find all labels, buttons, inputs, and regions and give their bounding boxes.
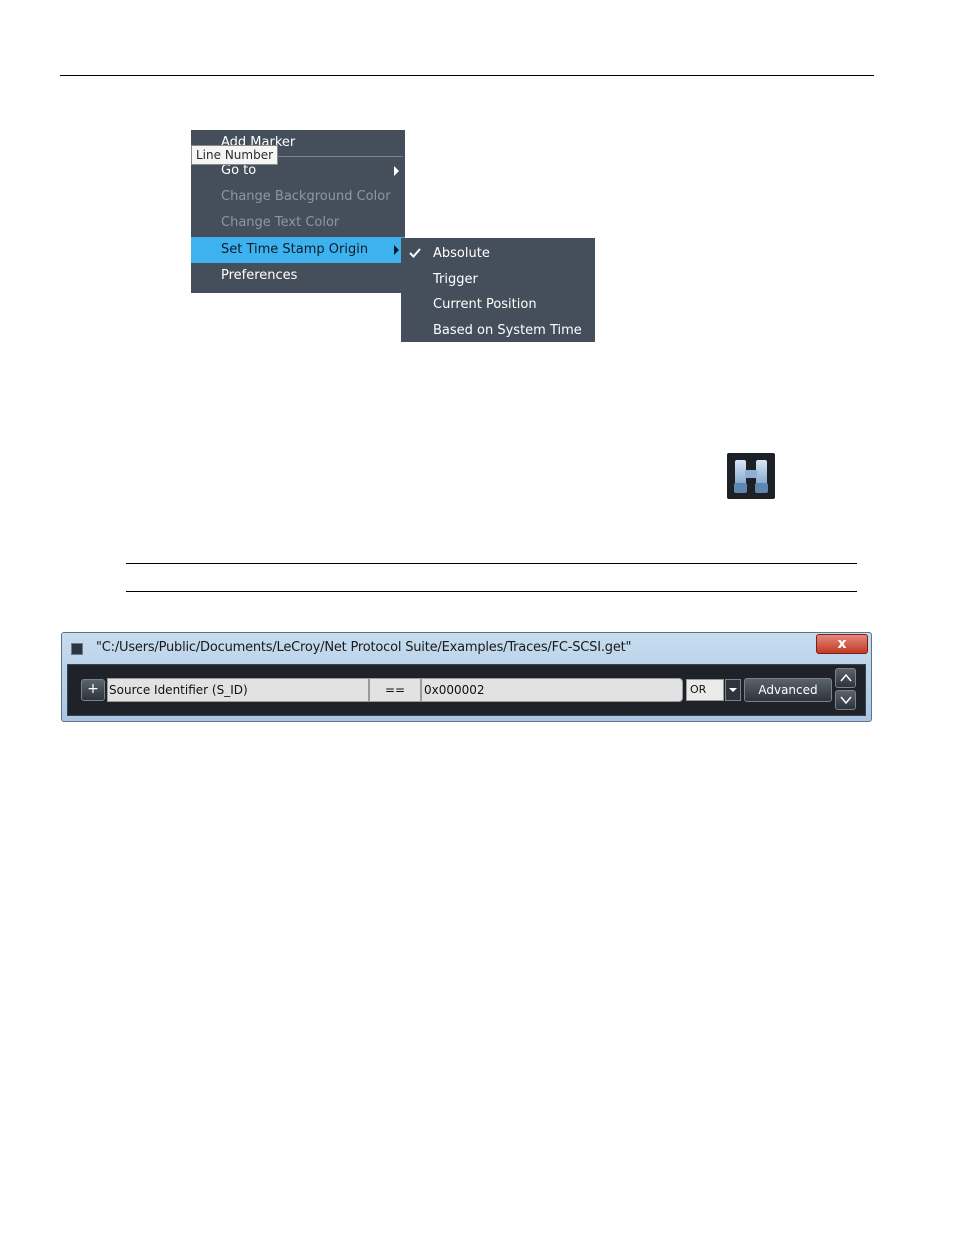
add-condition-button[interactable]: + <box>81 679 105 701</box>
chevron-down-icon <box>840 696 852 705</box>
menu-item-change-background-color: Change Background Color <box>191 185 405 209</box>
submenu-item-trigger[interactable]: Trigger <box>401 267 595 293</box>
menu-item-preferences[interactable]: Preferences <box>191 264 405 288</box>
timestamp-origin-submenu: Absolute Trigger Current Position Based … <box>401 238 595 342</box>
menu-item-change-text-color: Change Text Color <box>191 211 405 235</box>
menu-item-label: Go to <box>221 163 257 178</box>
plus-icon: + <box>87 681 99 697</box>
note-rule-bottom <box>126 591 857 592</box>
window-title: "C:/Users/Public/Documents/LeCroy/Net Pr… <box>96 640 632 655</box>
submenu-arrow-icon <box>394 245 399 255</box>
search-toolbar: + Source Identifier (S_ID) == 0x000002 O… <box>67 664 866 716</box>
search-previous-button[interactable] <box>835 668 856 688</box>
operator-select[interactable]: == <box>369 678 421 702</box>
quick-search-window: "C:/Users/Public/Documents/LeCroy/Net Pr… <box>61 632 872 722</box>
chevron-down-icon[interactable] <box>725 679 741 701</box>
binoculars-graphic <box>734 460 768 493</box>
submenu-item-label: Based on System Time <box>433 323 582 338</box>
menu-item-set-time-stamp-origin[interactable]: Set Time Stamp Origin <box>191 237 405 263</box>
note-rule-top <box>126 563 857 564</box>
submenu-item-label: Current Position <box>433 297 537 312</box>
logic-select[interactable]: OR <box>686 679 724 701</box>
submenu-arrow-icon <box>394 166 399 176</box>
chevron-up-icon <box>840 673 852 682</box>
close-button[interactable]: x <box>816 634 868 654</box>
submenu-item-based-on-system-time[interactable]: Based on System Time <box>401 318 595 344</box>
search-field-select[interactable]: Source Identifier (S_ID) <box>107 678 369 702</box>
check-icon <box>409 248 421 258</box>
tooltip: Line Number <box>191 145 279 165</box>
menu-item-label: Preferences <box>221 268 298 283</box>
close-icon: x <box>837 636 847 652</box>
header-rule <box>60 75 874 76</box>
submenu-item-current-position[interactable]: Current Position <box>401 292 595 318</box>
value-input[interactable]: 0x000002 <box>421 678 683 702</box>
binoculars-icon <box>727 453 775 499</box>
search-next-button[interactable] <box>835 690 856 710</box>
submenu-item-label: Absolute <box>433 246 490 261</box>
menu-item-label: Change Background Color <box>221 189 391 204</box>
app-icon <box>71 643 83 655</box>
submenu-item-label: Trigger <box>433 272 478 287</box>
menu-item-label: Change Text Color <box>221 215 340 230</box>
menu-item-label: Set Time Stamp Origin <box>221 242 369 257</box>
submenu-item-absolute[interactable]: Absolute <box>401 241 595 267</box>
advanced-button[interactable]: Advanced <box>744 678 832 702</box>
